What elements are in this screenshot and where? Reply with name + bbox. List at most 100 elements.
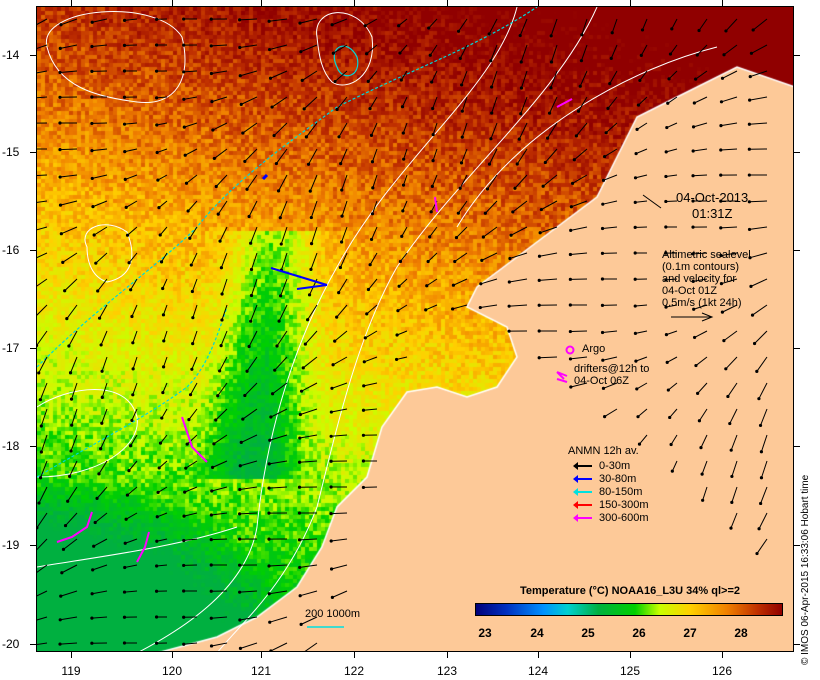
velocity-arrow-head <box>123 44 126 47</box>
velocity-arrow-head <box>335 108 338 111</box>
velocity-arrow-head <box>698 419 701 422</box>
velocity-arrow-head <box>332 52 335 55</box>
note-line: 0.5m/s (1kt 24h) <box>662 297 751 309</box>
velocity-arrow <box>272 97 287 107</box>
velocity-arrow <box>492 71 497 87</box>
velocity-arrow-head <box>760 450 763 453</box>
velocity-arrow-head <box>129 288 132 291</box>
velocity-arrow <box>730 409 737 424</box>
velocity-arrow <box>513 201 527 212</box>
velocity-arrow-head <box>364 336 367 339</box>
velocity-arrow-head <box>238 18 241 21</box>
velocity-arrow-head <box>730 449 733 452</box>
velocity-arrow-head <box>431 159 434 162</box>
velocity-arrow <box>271 71 287 78</box>
velocity-arrow <box>364 357 377 362</box>
velocity-arrow <box>429 19 437 28</box>
velocity-arrow <box>60 201 77 205</box>
velocity-arrow-head <box>60 232 63 235</box>
lat-tick-label: -17 <box>2 341 19 355</box>
velocity-arrow-head <box>68 475 71 478</box>
velocity-arrow-head <box>667 77 670 80</box>
velocity-arrow-head <box>270 105 273 108</box>
velocity-arrow-head <box>451 307 454 310</box>
drifters-line: drifters@12h to <box>574 363 649 375</box>
note-line: Altimetric sealevel <box>662 249 751 261</box>
velocity-arrow <box>213 461 227 467</box>
velocity-arrow-head <box>399 260 402 263</box>
velocity-arrow <box>404 175 407 185</box>
velocity-arrow-head <box>538 356 541 359</box>
velocity-arrow-head <box>369 263 372 266</box>
velocity-arrow <box>638 409 647 417</box>
velocity-arrow-head <box>191 342 194 345</box>
velocity-arrow-head <box>130 419 133 422</box>
velocity-arrow <box>184 71 197 72</box>
velocity-arrow <box>94 227 107 235</box>
velocity-arrow-head <box>402 158 405 161</box>
velocity-arrow <box>41 435 47 452</box>
velocity-arrow-head <box>540 208 543 211</box>
velocity-arrow-head <box>59 618 62 621</box>
velocity-arrow-head <box>427 260 430 263</box>
velocity-arrow <box>270 45 287 50</box>
velocity-arrow <box>72 409 77 425</box>
velocity-arrow <box>761 487 767 503</box>
velocity-arrow-head <box>91 205 94 208</box>
velocity-arrow-head <box>123 616 126 619</box>
velocity-arrow-head <box>425 284 428 287</box>
velocity-arrow <box>37 539 47 552</box>
velocity-arrow <box>185 487 197 492</box>
velocity-arrow <box>672 19 677 29</box>
velocity-arrow <box>694 97 707 103</box>
velocity-arrow-head <box>549 86 552 89</box>
contour-line <box>37 390 137 478</box>
lon-tick-label: 124 <box>528 664 548 678</box>
velocity-arrow-head <box>155 615 158 618</box>
velocity-arrow <box>37 253 47 260</box>
velocity-arrow-head <box>243 394 246 397</box>
lon-tick <box>71 652 72 658</box>
velocity-arrow-head <box>158 466 161 469</box>
velocity-arrow <box>483 227 497 237</box>
velocity-arrow <box>94 539 107 546</box>
velocity-arrow <box>133 357 137 369</box>
velocity-arrow <box>726 357 737 369</box>
velocity-arrow-head <box>90 122 93 125</box>
velocity-arrow-head <box>280 242 283 245</box>
velocity-arrow-head <box>220 318 223 321</box>
velocity-arrow-head <box>569 278 572 281</box>
note-line: 04-Oct 01Z <box>662 285 751 297</box>
velocity-arrow-head <box>367 288 370 291</box>
velocity-arrow-head <box>720 100 723 103</box>
velocity-arrow <box>60 149 77 150</box>
velocity-arrow <box>337 305 347 317</box>
velocity-arrow <box>189 409 197 420</box>
velocity-arrow-head <box>601 203 604 206</box>
velocity-arrow-head <box>330 567 333 570</box>
velocity-arrow <box>551 71 557 88</box>
velocity-arrow <box>37 175 47 176</box>
velocity-arrow-head <box>692 149 695 152</box>
velocity-arrow <box>102 357 107 371</box>
velocity-arrow-head <box>489 59 492 62</box>
velocity-arrow <box>571 201 587 207</box>
velocity-arrow-head <box>719 226 722 229</box>
velocity-arrow-head <box>268 20 271 23</box>
velocity-arrow <box>724 45 737 55</box>
lon-tick <box>630 0 631 6</box>
anmn-depth-label: 150-300m <box>599 499 649 511</box>
velocity-arrow-head <box>309 190 312 193</box>
velocity-arrow <box>100 305 107 318</box>
velocity-arrow <box>403 123 407 133</box>
velocity-arrow-head <box>239 74 242 77</box>
velocity-arrow-head <box>696 392 699 395</box>
lat-tick <box>30 545 36 546</box>
velocity-arrow-head <box>397 24 400 27</box>
velocity-arrow-head <box>400 78 403 81</box>
velocity-arrow-head <box>182 98 185 101</box>
velocity-arrow-head <box>184 467 187 470</box>
velocity-arrow <box>363 409 377 410</box>
lon-tick-label: 121 <box>251 664 271 678</box>
velocity-arrow-head <box>430 210 433 213</box>
